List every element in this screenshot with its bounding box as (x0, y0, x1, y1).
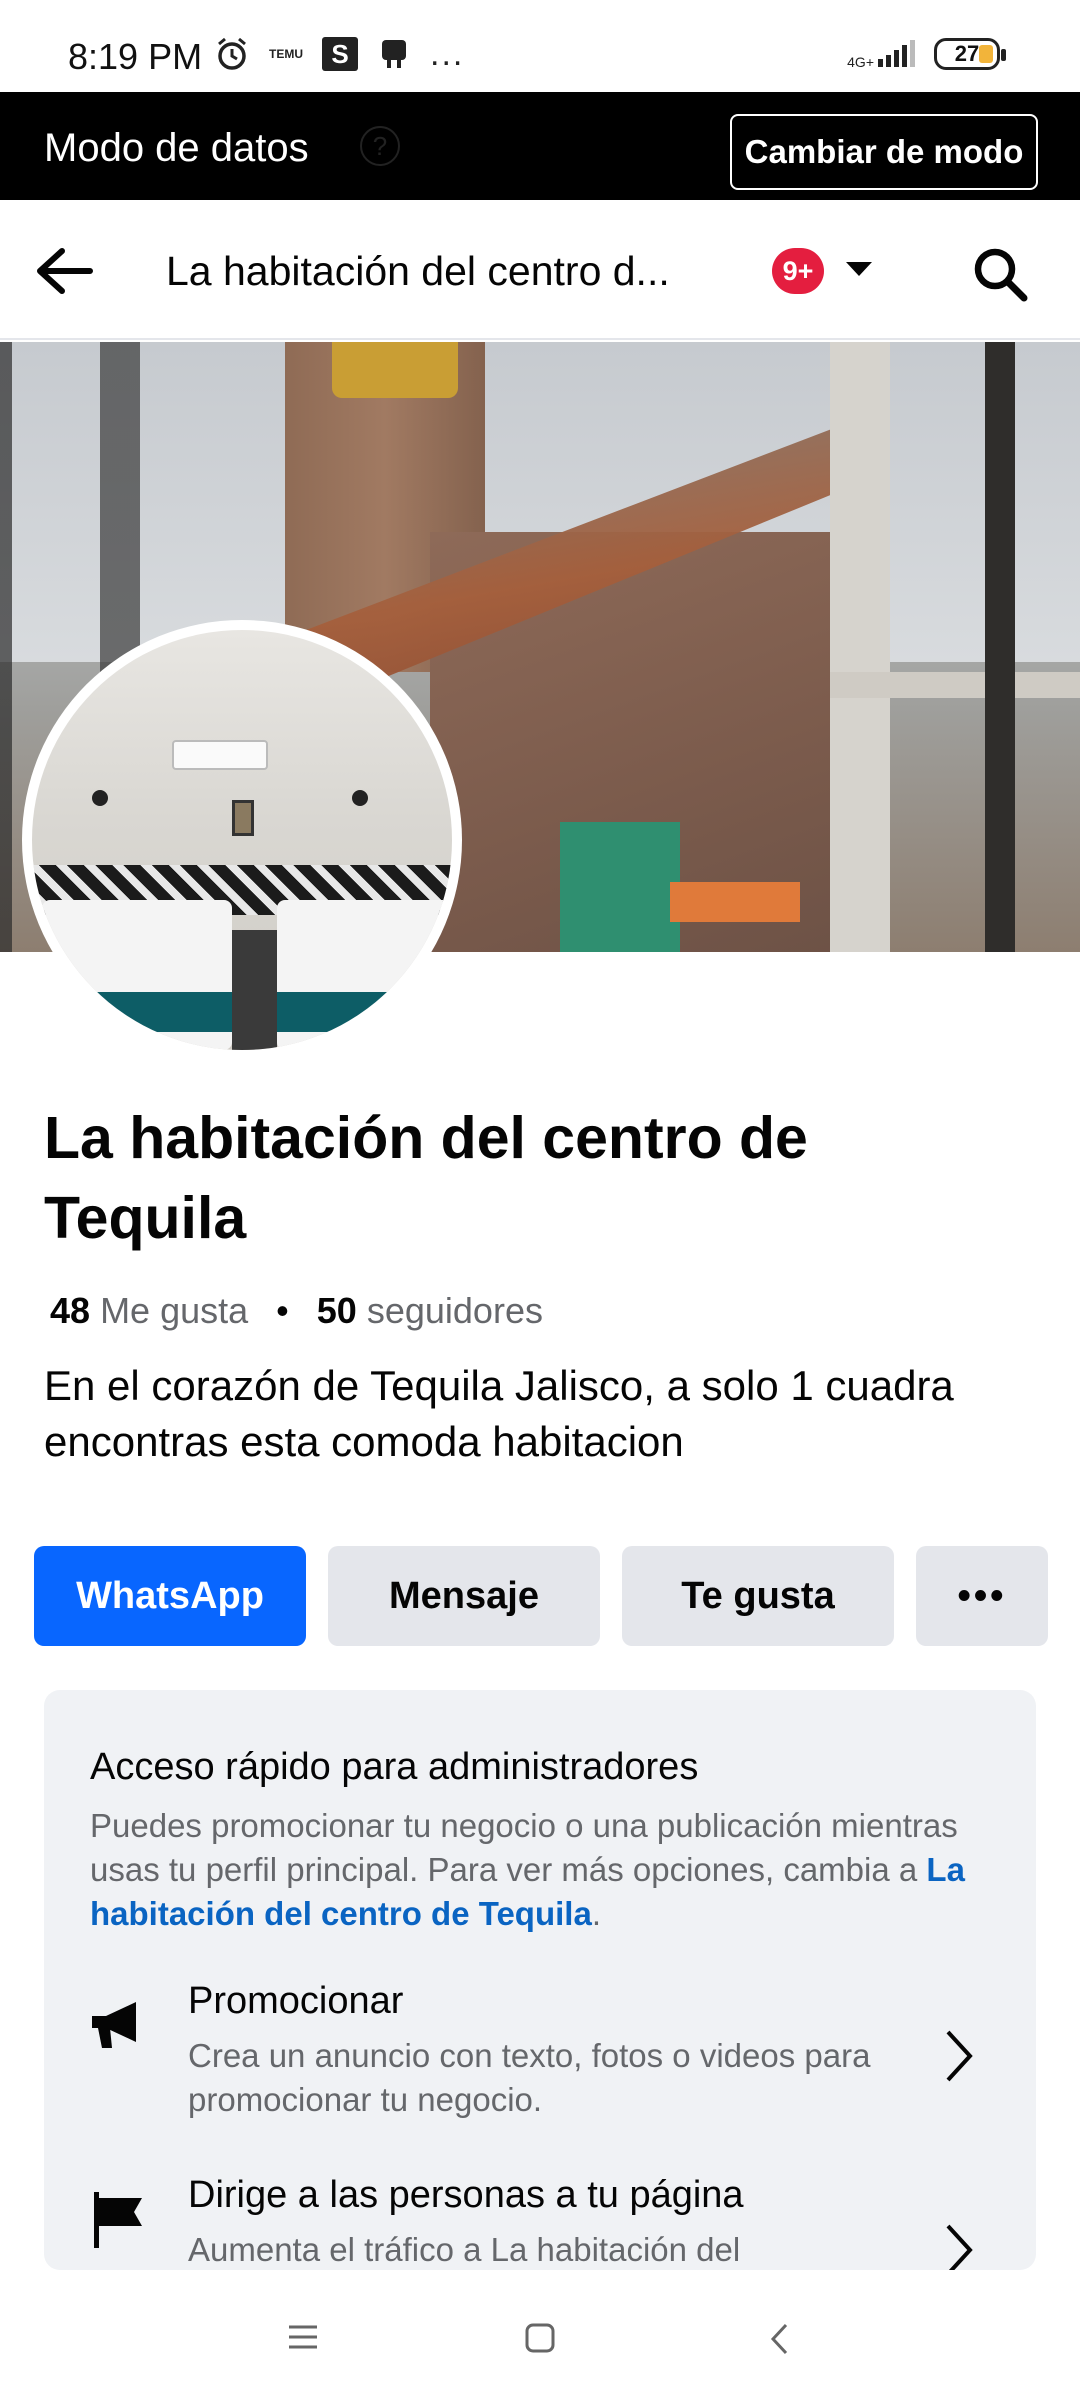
promote-item[interactable]: Promocionar Crea un anuncio con texto, f… (44, 1980, 1036, 2130)
admin-card-text-end: . (591, 1895, 601, 1932)
top-nav-bar: La habitación del centro d... 9+ (0, 200, 1080, 340)
status-time: 8:19 PM (68, 36, 203, 77)
home-icon[interactable] (524, 2322, 556, 2359)
whatsapp-button[interactable]: WhatsApp (34, 1546, 306, 1646)
promote-title: Promocionar (188, 1980, 404, 2022)
chevron-right-icon (944, 2028, 974, 2084)
recents-icon[interactable] (286, 2322, 320, 2357)
info-icon[interactable]: ? (360, 126, 400, 166)
action-buttons: WhatsApp Mensaje Te gusta ••• (34, 1546, 1048, 1646)
nav-title[interactable]: La habitación del centro d... (166, 248, 746, 295)
notification-badge[interactable]: 9+ (772, 248, 824, 294)
status-bar: 8:19 PM TEMU S ... 4G+ 27 (0, 0, 1080, 92)
admin-card-title: Acceso rápido para administradores (90, 1746, 699, 1788)
page-name: La habitación del centro de Tequila (44, 1105, 808, 1251)
temu-label: TEMU (269, 46, 303, 61)
s-app-icon: S (322, 37, 358, 71)
profile-picture[interactable] (22, 620, 462, 1060)
megaphone-icon (88, 1996, 148, 2056)
back-arrow-icon[interactable] (34, 246, 94, 296)
followers-count: 50 (316, 1290, 357, 1331)
status-system-icons: 4G+ 27 (847, 38, 1006, 70)
more-options-button[interactable]: ••• (916, 1546, 1048, 1646)
chat-icon (376, 36, 412, 72)
status-notification-icons: TEMU S ... (214, 36, 464, 72)
network-type: 4G+ (847, 54, 874, 70)
likes-count: 48 (50, 1290, 91, 1331)
alarm-icon (214, 36, 250, 72)
system-nav-bar (0, 2270, 1080, 2400)
admin-quick-access-card: Acceso rápido para administradores Puede… (44, 1690, 1036, 2270)
more-notifications-icon: ... (430, 35, 465, 73)
promote-subtitle: Crea un anuncio con texto, fotos o video… (188, 2037, 871, 2118)
data-mode-label: Modo de datos (44, 126, 309, 170)
separator-dot: • (276, 1290, 289, 1331)
drive-traffic-title: Dirige a las personas a tu página (188, 2174, 744, 2216)
drive-traffic-subtitle: Aumenta el tráfico a La habitación del (188, 2231, 741, 2268)
likes-label: Me gusta (100, 1290, 249, 1331)
admin-card-text-main: Puedes promocionar tu negocio o una publ… (90, 1807, 958, 1888)
drive-traffic-item[interactable]: Dirige a las personas a tu página Aument… (44, 2174, 1036, 2270)
data-mode-bar: Modo de datos ? Cambiar de modo (0, 92, 1080, 200)
chevron-down-icon[interactable] (846, 262, 872, 276)
search-icon[interactable] (972, 246, 1028, 302)
back-icon[interactable] (768, 2322, 792, 2361)
page-stats[interactable]: 48 Me gusta • 50 seguidores (50, 1290, 543, 1332)
chevron-right-icon (944, 2222, 974, 2270)
page-description: En el corazón de Tequila Jalisco, a solo… (44, 1362, 954, 1465)
temu-icon: TEMU (268, 36, 304, 72)
like-button[interactable]: Te gusta (622, 1546, 894, 1646)
battery-icon: 27 (934, 38, 1006, 70)
followers-label: seguidores (366, 1290, 543, 1331)
switch-mode-button[interactable]: Cambiar de modo (730, 114, 1038, 190)
signal-icon: 4G+ (847, 39, 920, 69)
battery-level: 27 (954, 41, 980, 66)
message-button[interactable]: Mensaje (328, 1546, 600, 1646)
flag-icon (88, 2190, 148, 2250)
admin-card-text: Puedes promocionar tu negocio o una publ… (90, 1804, 1020, 1936)
